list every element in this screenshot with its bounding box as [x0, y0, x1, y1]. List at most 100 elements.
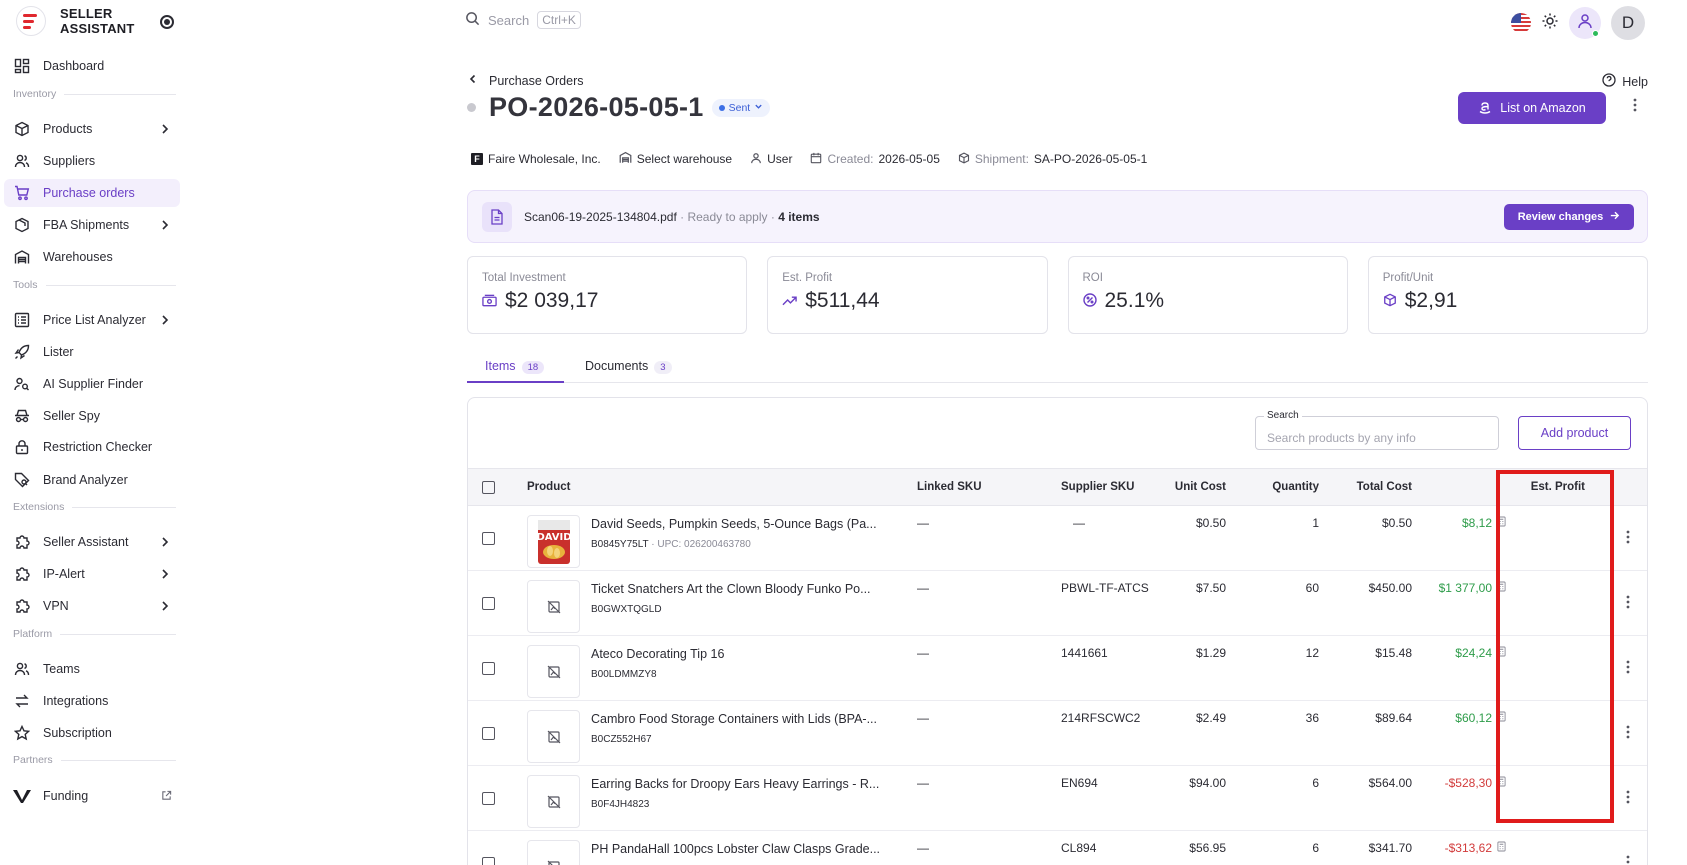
row-menu-icon[interactable]: [1626, 660, 1630, 677]
review-changes-button[interactable]: Review changes: [1504, 204, 1634, 230]
unit-cost[interactable]: $0.50: [1196, 516, 1226, 530]
table-row[interactable]: DAVID David Seeds, Pumpkin Seeds, 5-Ounc…: [468, 506, 1647, 571]
sidebar-item-suppliers[interactable]: Suppliers: [4, 147, 180, 175]
linked-sku[interactable]: —: [917, 711, 929, 725]
sidebar-item-dashboard[interactable]: Dashboard: [4, 52, 180, 80]
scan-filename[interactable]: Scan06-19-2025-134804.pdf: [524, 210, 677, 224]
sidebar-item-seller-assistant[interactable]: Seller Assistant: [4, 528, 180, 556]
product-name[interactable]: Ateco Decorating Tip 16: [591, 647, 724, 661]
supplier-sku[interactable]: —: [1073, 516, 1085, 530]
sidebar-item-lister[interactable]: Lister: [4, 338, 180, 366]
column-header-unit-cost[interactable]: Unit Cost: [1175, 481, 1226, 493]
table-row[interactable]: Earring Backs for Droopy Ears Heavy Earr…: [468, 766, 1647, 831]
quantity[interactable]: 36: [1306, 711, 1319, 725]
warehouse-selector[interactable]: Select warehouse: [619, 151, 732, 167]
column-header-est-profit[interactable]: Est. Profit: [1531, 481, 1585, 493]
column-header-linked-sku[interactable]: Linked SKU: [917, 481, 982, 493]
sidebar-item-seller-spy[interactable]: Seller Spy: [4, 402, 180, 430]
quantity[interactable]: 60: [1306, 581, 1319, 595]
shipment-meta[interactable]: Shipment: SA-PO-2026-05-05-1: [958, 151, 1147, 167]
row-checkbox[interactable]: [482, 597, 495, 610]
sidebar-item-subscription[interactable]: Subscription: [4, 719, 180, 747]
help-link[interactable]: Help: [1602, 73, 1648, 90]
column-header-product[interactable]: Product: [527, 481, 570, 493]
sidebar-item-teams[interactable]: Teams: [4, 655, 180, 683]
linked-sku[interactable]: —: [917, 646, 929, 660]
linked-sku[interactable]: —: [917, 841, 929, 855]
quantity[interactable]: 1: [1312, 516, 1319, 530]
us-flag-icon[interactable]: [1511, 13, 1531, 33]
linked-sku[interactable]: —: [917, 776, 929, 790]
supplier-sku[interactable]: 214RFSCWC2: [1061, 711, 1140, 725]
row-menu-icon[interactable]: [1626, 725, 1630, 742]
row-checkbox[interactable]: [482, 792, 495, 805]
sidebar-item-restriction-checker[interactable]: Restriction Checker: [4, 433, 180, 461]
sidebar-item-integrations[interactable]: Integrations: [4, 687, 180, 715]
calculator-icon[interactable]: [1497, 581, 1506, 595]
quantity[interactable]: 6: [1312, 776, 1319, 790]
sidebar-item-funding[interactable]: Funding: [4, 782, 180, 810]
sidebar-item-ip-alert[interactable]: IP-Alert: [4, 560, 180, 588]
supplier-sku[interactable]: 1441661: [1061, 646, 1108, 660]
sidebar-item-purchase-orders[interactable]: Purchase orders: [4, 179, 180, 207]
row-menu-icon[interactable]: [1626, 595, 1630, 612]
table-row[interactable]: Ticket Snatchers Art the Clown Bloody Fu…: [468, 571, 1647, 636]
status-badge[interactable]: Sent: [711, 98, 771, 117]
sun-icon[interactable]: [1541, 12, 1559, 35]
unit-cost[interactable]: $94.00: [1189, 776, 1226, 790]
calculator-icon[interactable]: [1497, 516, 1506, 530]
table-row[interactable]: PH PandaHall 100pcs Lobster Claw Clasps …: [468, 831, 1647, 865]
supplier-sku[interactable]: EN694: [1061, 776, 1098, 790]
product-asin[interactable]: B0F4JH4823: [591, 799, 649, 810]
sidebar-item-brand-analyzer[interactable]: Brand Analyzer: [4, 466, 180, 494]
sidebar-item-fba-shipments[interactable]: FBA Shipments: [4, 211, 180, 239]
supplier-meta[interactable]: F Faire Wholesale, Inc.: [471, 152, 601, 166]
product-name[interactable]: David Seeds, Pumpkin Seeds, 5-Ounce Bags…: [591, 517, 877, 531]
row-menu-icon[interactable]: [1626, 790, 1630, 807]
calculator-icon[interactable]: [1497, 646, 1506, 660]
calculator-icon[interactable]: [1497, 841, 1506, 855]
user-meta[interactable]: User: [750, 152, 792, 167]
global-search[interactable]: Search Ctrl+K: [465, 11, 581, 29]
linked-sku[interactable]: —: [917, 581, 929, 595]
breadcrumb[interactable]: Purchase Orders: [467, 73, 583, 88]
product-name[interactable]: Ticket Snatchers Art the Clown Bloody Fu…: [591, 582, 871, 596]
sidebar-item-products[interactable]: Products: [4, 115, 180, 143]
tab-documents[interactable]: Documents 3: [585, 355, 672, 383]
unit-cost[interactable]: $7.50: [1196, 581, 1226, 595]
sidebar-item-price-list-analyzer[interactable]: Price List Analyzer: [4, 306, 180, 334]
product-asin[interactable]: B0845Y75LT: [591, 539, 648, 550]
product-name[interactable]: Cambro Food Storage Containers with Lids…: [591, 712, 877, 726]
quantity[interactable]: 12: [1306, 646, 1319, 660]
column-header-quantity[interactable]: Quantity: [1272, 481, 1319, 493]
calculator-icon[interactable]: [1497, 776, 1506, 790]
user-account-button[interactable]: [1569, 7, 1601, 39]
linked-sku[interactable]: —: [917, 516, 929, 530]
table-row[interactable]: Cambro Food Storage Containers with Lids…: [468, 701, 1647, 766]
unit-cost[interactable]: $56.95: [1189, 841, 1226, 855]
row-checkbox[interactable]: [482, 727, 495, 740]
sidebar-toggle-icon[interactable]: [160, 15, 174, 29]
avatar[interactable]: D: [1611, 6, 1645, 40]
row-checkbox[interactable]: [482, 662, 495, 675]
select-all-checkbox[interactable]: [482, 481, 495, 494]
product-name[interactable]: Earring Backs for Droopy Ears Heavy Earr…: [591, 777, 879, 791]
quantity[interactable]: 6: [1312, 841, 1319, 855]
more-options-icon[interactable]: [1633, 98, 1637, 117]
product-asin[interactable]: B0GWXTQGLD: [591, 604, 662, 615]
row-checkbox[interactable]: [482, 532, 495, 545]
unit-cost[interactable]: $2.49: [1196, 711, 1226, 725]
table-row[interactable]: Ateco Decorating Tip 16 B00LDMMZY8 — 144…: [468, 636, 1647, 701]
sidebar-item-warehouses[interactable]: Warehouses: [4, 243, 180, 271]
breadcrumb-link[interactable]: Purchase Orders: [489, 74, 583, 88]
sidebar-item-ai-supplier-finder[interactable]: AI Supplier Finder: [4, 370, 180, 398]
add-product-button[interactable]: Add product: [1518, 416, 1631, 450]
sidebar-item-vpn[interactable]: VPN: [4, 592, 180, 620]
column-header-total-cost[interactable]: Total Cost: [1357, 481, 1412, 493]
product-asin[interactable]: B00LDMMZY8: [591, 669, 657, 680]
product-name[interactable]: PH PandaHall 100pcs Lobster Claw Clasps …: [591, 842, 880, 856]
row-menu-icon[interactable]: [1626, 855, 1630, 865]
product-asin[interactable]: B0CZ552H67: [591, 734, 652, 745]
brand[interactable]: SELLER ASSISTANT: [16, 6, 135, 36]
unit-cost[interactable]: $1.29: [1196, 646, 1226, 660]
